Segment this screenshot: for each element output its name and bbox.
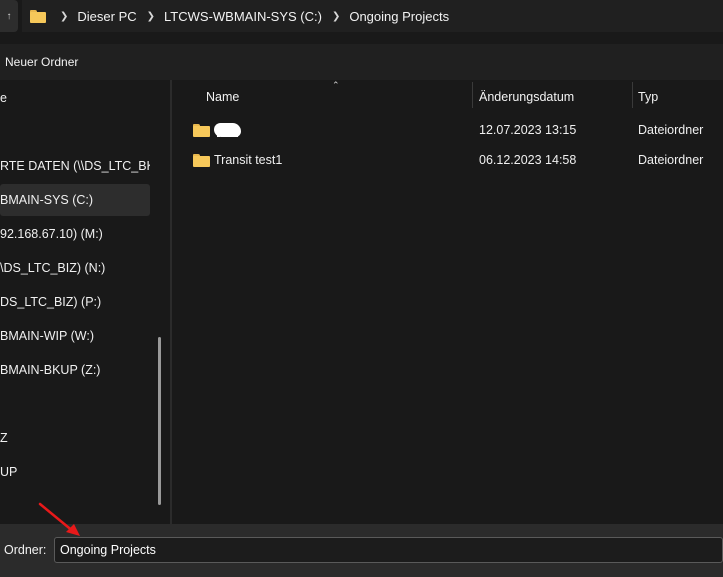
nav-item[interactable]: DS_LTC_BIZ) (P:) xyxy=(0,286,150,318)
column-header-type[interactable]: Typ xyxy=(638,82,658,112)
file-name: Transit test1 xyxy=(214,153,283,167)
breadcrumb-this-pc[interactable]: Dieser PC xyxy=(77,9,136,24)
chevron-right-icon[interactable]: ❯ xyxy=(332,11,340,22)
nav-item-label: 92.168.67.10) (M:) xyxy=(0,227,103,241)
new-folder-button[interactable]: Neuer Ordner xyxy=(5,55,78,69)
folder-icon xyxy=(193,154,210,167)
breadcrumb-current-folder[interactable]: Ongoing Projects xyxy=(349,9,449,24)
file-date: 06.12.2023 14:58 xyxy=(479,153,577,167)
back-button[interactable]: ↑ xyxy=(0,0,18,32)
nav-item-label: UP xyxy=(0,465,18,479)
nav-item-label: BMAIN-WIP (W:) xyxy=(0,329,94,343)
nav-item-selected-drive[interactable]: BMAIN-SYS (C:) xyxy=(0,184,150,216)
nav-item-label: BMAIN-BKUP (Z:) xyxy=(0,363,101,377)
nav-item-label: DS_LTC_BIZ) (P:) xyxy=(0,295,102,309)
nav-item-label: BMAIN-SYS (C:) xyxy=(0,193,94,207)
nav-item[interactable]: BMAIN-BKUP (Z:) xyxy=(0,354,150,386)
nav-item[interactable]: \DS_LTC_BIZ) (N:) xyxy=(0,252,150,284)
nav-item-label: \DS_LTC_BIZ) (N:) xyxy=(0,261,106,275)
nav-item[interactable]: BMAIN-WIP (W:) xyxy=(0,320,150,352)
navigation-pane: e RTE DATEN (\\DS_LTC_BKUP BMAIN-SYS (C:… xyxy=(0,80,165,524)
nav-item[interactable]: Z xyxy=(0,422,150,454)
file-row[interactable]: Transit test1 06.12.2023 14:58 Dateiordn… xyxy=(172,146,723,176)
redacted-name-scribble xyxy=(214,123,241,137)
sort-ascending-icon: ⌃ xyxy=(332,80,340,90)
folder-icon xyxy=(30,9,46,23)
address-bar: ↑ ❯ Dieser PC ❯ LTCWS-WBMAIN-SYS (C:) ❯ … xyxy=(0,0,723,34)
nav-item[interactable]: e xyxy=(0,82,150,114)
file-list: ⌃ Name Änderungsdatum Typ 12.07.2023 13:… xyxy=(172,80,723,524)
nav-item-label: e xyxy=(0,91,7,105)
file-type: Dateiordner xyxy=(638,123,704,137)
folder-label: Ordner: xyxy=(4,543,47,557)
file-date: 12.07.2023 13:15 xyxy=(479,123,577,137)
nav-item-label: RTE DATEN (\\DS_LTC_BKUP xyxy=(0,159,150,173)
nav-item[interactable]: RTE DATEN (\\DS_LTC_BKUP xyxy=(0,150,150,182)
chevron-right-icon[interactable]: ❯ xyxy=(147,11,155,22)
file-type: Dateiordner xyxy=(638,153,704,167)
command-bar: Neuer Ordner xyxy=(0,44,723,80)
file-row[interactable]: 12.07.2023 13:15 Dateiordner xyxy=(172,116,723,146)
nav-item[interactable]: 92.168.67.10) (M:) xyxy=(0,218,150,250)
column-separator[interactable] xyxy=(472,82,473,108)
chevron-right-icon[interactable]: ❯ xyxy=(60,11,68,22)
folder-name-input[interactable] xyxy=(54,537,723,563)
nav-item-label: Z xyxy=(0,431,8,445)
folder-icon xyxy=(193,124,210,137)
nav-item[interactable]: UP xyxy=(0,456,150,488)
breadcrumb-drive[interactable]: LTCWS-WBMAIN-SYS (C:) xyxy=(164,9,322,24)
folder-bottom-bar: Ordner: xyxy=(0,524,723,577)
address-field[interactable]: ❯ Dieser PC ❯ LTCWS-WBMAIN-SYS (C:) ❯ On… xyxy=(22,0,723,32)
column-header-date[interactable]: Änderungsdatum xyxy=(479,82,574,112)
nav-scrollbar-thumb[interactable] xyxy=(158,337,161,505)
column-header-name[interactable]: Name xyxy=(206,82,239,112)
back-arrow-icon: ↑ xyxy=(6,10,12,22)
column-separator[interactable] xyxy=(632,82,633,108)
